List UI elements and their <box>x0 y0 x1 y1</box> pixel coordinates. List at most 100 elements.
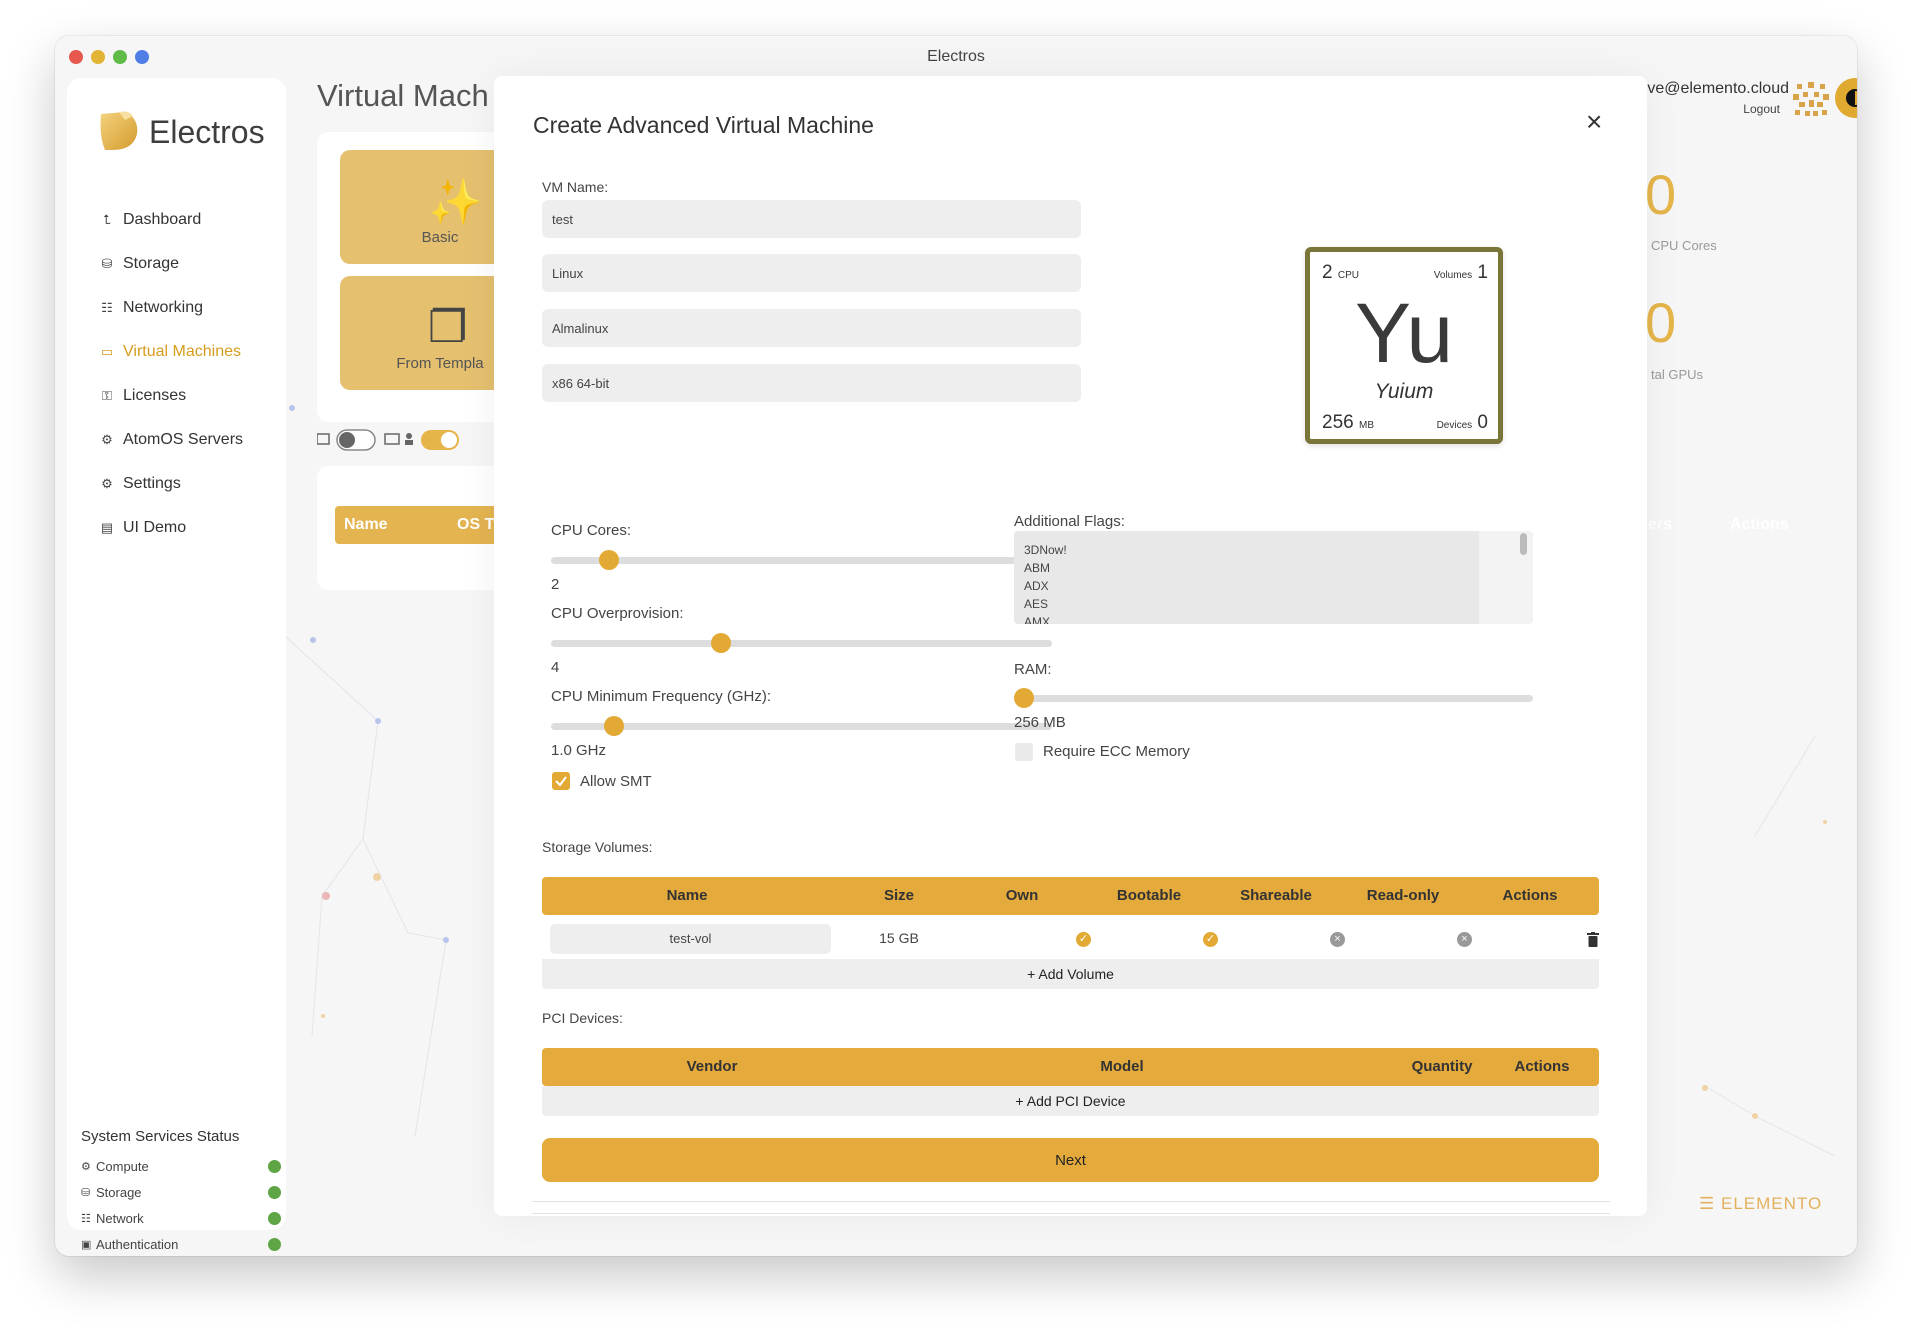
element-symbol: Yu <box>1354 286 1454 380</box>
allow-smt-checkbox[interactable] <box>552 772 570 790</box>
monitor-icon: ▭ <box>100 344 114 359</box>
architecture-select[interactable] <box>542 364 1081 402</box>
service-row-authentication: ▣ Authentication <box>81 1231 281 1256</box>
vm-table-col-name[interactable]: Name <box>344 516 388 534</box>
sidebar-item-settings[interactable]: ⚙ Settings <box>97 462 287 506</box>
sidebar-item-atomos-servers[interactable]: ⚙ AtomOS Servers <box>97 418 287 462</box>
brand-name: Electros <box>149 114 265 150</box>
create-vm-modal: Create Advanced Virtual Machine × VM Nam… <box>494 76 1647 1216</box>
view-toggles[interactable] <box>317 427 477 453</box>
status-ok-indicator <box>268 1211 281 1225</box>
allow-smt-label: Allow SMT <box>580 773 652 790</box>
sidebar-item-storage[interactable]: ⛁ Storage <box>97 242 287 286</box>
service-label: Storage <box>96 1184 142 1200</box>
slider-track <box>551 723 1052 730</box>
storage-col-size: Size <box>883 887 914 904</box>
flag-option[interactable]: AES <box>1024 595 1469 613</box>
readonly-no-icon[interactable]: × <box>1457 932 1472 947</box>
service-label: Network <box>96 1210 144 1226</box>
trash-icon[interactable] <box>1587 932 1599 947</box>
database-icon: ⛁ <box>101 256 113 271</box>
vm-table-col-actions[interactable]: Actions <box>1730 516 1789 534</box>
pci-table-header: Vendor Model Quantity Actions <box>542 1048 1599 1086</box>
cpu-cores-label: CPU Cores: <box>551 522 632 539</box>
slider-thumb[interactable] <box>603 716 624 736</box>
service-row-storage: ⛁ Storage <box>81 1179 281 1205</box>
cpu-min-freq-label: CPU Minimum Frequency (GHz): <box>551 688 772 705</box>
vm-element-card: 2 CPU Volumes 1 Yu Yuium 256 MB Devices … <box>1305 247 1503 444</box>
slider-track <box>551 557 1052 564</box>
sidebar-item-virtual-machines[interactable]: ▭ Virtual Machines <box>97 330 287 374</box>
window-title: Electros <box>927 48 985 65</box>
plus-icon: + <box>1027 966 1036 982</box>
additional-flags-select[interactable]: 3DNow! ABM ADX AES AMX <box>1014 531 1533 624</box>
additional-flags-label: Additional Flags: <box>1014 513 1125 530</box>
cpu-cores-slider[interactable] <box>551 550 1052 570</box>
system-services-status: System Services Status ⚙ Compute ⛁ Stora… <box>81 1128 281 1256</box>
slider-thumb[interactable] <box>1014 688 1034 708</box>
own-yes-icon[interactable]: ✓ <box>1076 932 1091 947</box>
cpu-overprovision-value: 4 <box>551 659 560 676</box>
sidebar-item-dashboard[interactable]: ⮤ Dashboard <box>97 198 287 242</box>
electros-logo-icon <box>100 111 138 150</box>
sidebar-item-label: Virtual Machines <box>123 343 241 360</box>
os-family-select[interactable] <box>542 254 1081 292</box>
modal-divider <box>532 1201 1610 1202</box>
add-volume-button[interactable]: + Add Volume <box>542 959 1599 989</box>
elemento-watermark: ☰ ELEMENTO <box>1699 1194 1823 1213</box>
ram-value: 256 MB <box>1014 714 1066 731</box>
chart-icon: ⮤ <box>103 212 111 227</box>
key-icon: ⚿ <box>102 388 112 403</box>
ram-slider[interactable] <box>1014 688 1533 708</box>
database-icon: ⛁ <box>81 1186 91 1199</box>
cpu-overprovision-slider[interactable] <box>551 633 1052 653</box>
service-row-network: ☷ Network <box>81 1205 281 1231</box>
pci-col-quantity: Quantity <box>1411 1058 1473 1075</box>
element-name: Yuium <box>1374 380 1434 403</box>
cog-icon: ⚙ <box>101 476 113 491</box>
copy-icon: ❐ <box>428 303 468 352</box>
shareable-no-icon[interactable]: × <box>1330 932 1345 947</box>
flag-option[interactable]: 3DNow! <box>1024 541 1469 559</box>
gear-icon: ⚙ <box>101 432 113 447</box>
vm-name-input[interactable] <box>542 200 1081 238</box>
storage-col-name: Name <box>666 887 708 904</box>
storage-col-shareable: Shareable <box>1240 887 1312 904</box>
flag-option[interactable]: ADX <box>1024 577 1469 595</box>
cpu-cores-stat-label: CPU Cores <box>1651 238 1717 253</box>
slider-thumb[interactable] <box>598 550 619 570</box>
sidebar-item-label: Settings <box>123 475 181 492</box>
flag-option[interactable]: ABM <box>1024 559 1469 577</box>
add-pci-device-button[interactable]: + Add PCI Device <box>542 1086 1599 1116</box>
sidebar-item-licenses[interactable]: ⚿ Licenses <box>97 374 287 418</box>
sidebar-item-ui-demo[interactable]: ▤ UI Demo <box>97 506 287 550</box>
modal-title: Create Advanced Virtual Machine <box>533 112 874 138</box>
gpus-stat-label: tal GPUs <box>1651 367 1704 382</box>
flags-scrollbar[interactable] <box>1520 533 1527 555</box>
close-icon[interactable]: × <box>1586 106 1602 138</box>
cpu-min-freq-slider[interactable] <box>551 716 1052 736</box>
flag-option[interactable]: AMX <box>1024 613 1469 624</box>
require-ecc-checkbox[interactable] <box>1015 743 1033 761</box>
sidebar: Electros ⮤ Dashboard ⛁ Storage ☷ Network… <box>67 78 287 1252</box>
modal-divider <box>532 1213 1610 1214</box>
network-icon: ☷ <box>81 1212 91 1225</box>
storage-table-header: Name Size Own Bootable Shareable Read-on… <box>542 877 1599 915</box>
element-volumes: Volumes 1 <box>1433 262 1488 283</box>
element-ram: 256 MB <box>1322 412 1374 433</box>
vm-table-col-partial[interactable]: ers <box>1648 516 1672 534</box>
next-button[interactable]: Next <box>542 1138 1599 1182</box>
pci-col-model: Model <box>1100 1058 1144 1075</box>
element-cpu: 2 CPU <box>1322 262 1359 283</box>
checkmark-icon <box>555 776 567 787</box>
sidebar-item-label: Storage <box>123 255 180 272</box>
service-label: Compute <box>96 1158 149 1174</box>
slider-thumb[interactable] <box>711 633 732 653</box>
volume-size: 15 GB <box>879 930 919 946</box>
sidebar-item-networking[interactable]: ☷ Networking <box>97 286 287 330</box>
flags-list[interactable]: 3DNow! ABM ADX AES AMX <box>1014 531 1479 624</box>
bootable-yes-icon[interactable]: ✓ <box>1203 932 1218 947</box>
os-flavour-select[interactable] <box>542 309 1081 347</box>
volume-name-field[interactable]: test-vol <box>550 924 831 954</box>
user-avatar[interactable] <box>1789 78 1833 122</box>
